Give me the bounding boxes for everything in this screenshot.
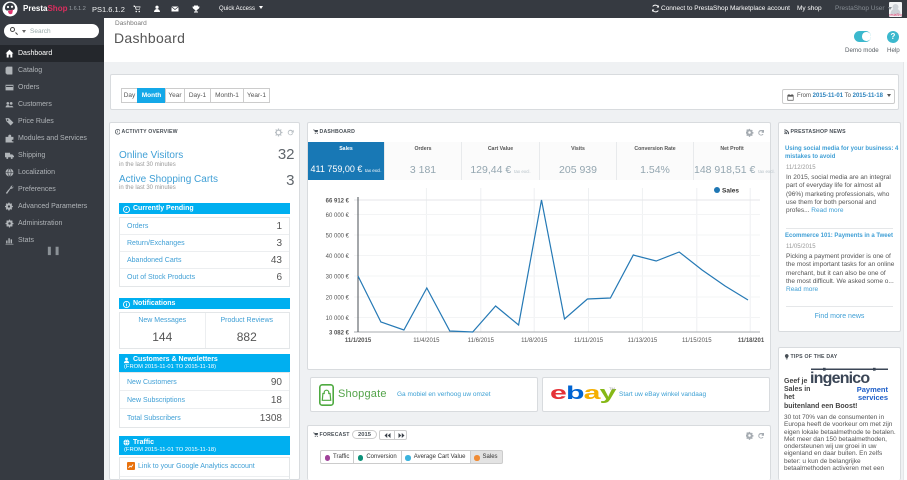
- svg-text:11/4/2015: 11/4/2015: [413, 338, 440, 344]
- svg-text:11/6/2015: 11/6/2015: [468, 338, 495, 344]
- svg-text:Sales: Sales: [722, 188, 739, 195]
- svg-text:50 000 €: 50 000 €: [326, 234, 350, 240]
- svg-text:11/15/2015: 11/15/2015: [682, 338, 712, 344]
- svg-text:11/8/2015: 11/8/2015: [521, 338, 548, 344]
- svg-text:30 000 €: 30 000 €: [326, 275, 350, 281]
- svg-text:ingenico: ingenico: [810, 370, 870, 386]
- svg-text:20 000 €: 20 000 €: [326, 296, 350, 302]
- svg-text:11/1/2015: 11/1/2015: [345, 338, 372, 344]
- svg-text:11/13/2015: 11/13/2015: [628, 338, 658, 344]
- svg-text:11/18/201: 11/18/201: [738, 338, 765, 344]
- svg-text:60 000 €: 60 000 €: [326, 213, 350, 219]
- svg-text:3 082 €: 3 082 €: [329, 331, 350, 337]
- svg-text:11/11/2015: 11/11/2015: [574, 338, 604, 344]
- svg-text:66 912 €: 66 912 €: [326, 199, 350, 205]
- svg-text:10 000 €: 10 000 €: [326, 316, 350, 322]
- svg-text:PrestaShop: PrestaShop: [889, 13, 902, 17]
- svg-text:40 000 €: 40 000 €: [326, 254, 350, 260]
